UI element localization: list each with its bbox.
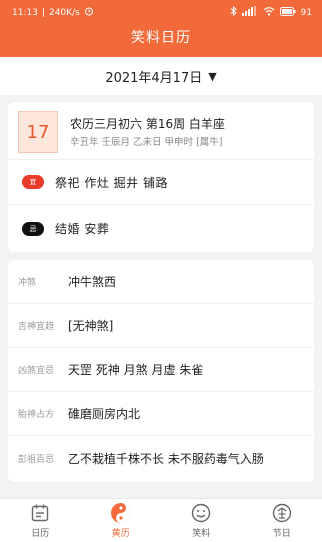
detail-row-xiongsha: 凶煞宜忌 天罡 死神 月煞 月虚 朱雀	[8, 348, 314, 392]
yi-text: 祭祀 作灶 掘井 铺路	[55, 175, 168, 190]
detail-value: [无神煞]	[68, 319, 114, 333]
app-header: 11:13 | 240K/s 91 笑料日历	[0, 0, 322, 57]
detail-row-jishen: 吉神宜趋 [无神煞]	[8, 304, 314, 348]
tab-label: 日历	[31, 529, 50, 539]
detail-value: 冲牛煞西	[68, 275, 117, 289]
calendar-icon	[29, 502, 51, 524]
detail-value: 乙不栽植千株不长 未不服药毒气入肠	[68, 451, 264, 466]
bluetooth-icon	[230, 5, 237, 19]
caret-down-icon: ▼	[208, 69, 217, 83]
date-selector[interactable]: 2021年4月17日 ▼	[0, 57, 322, 95]
ganzhi-info: 辛丑年 壬辰月 乙未日 甲申时 [属牛]	[70, 137, 223, 148]
bottom-tab-bar: 日历 黄历 笑料 节日	[0, 498, 322, 542]
detail-label: 吉神宜趋	[18, 322, 55, 332]
detail-value: 碓磨厕房内北	[68, 407, 141, 421]
signal-icon	[241, 6, 258, 19]
status-bar: 11:13 | 240K/s 91	[12, 5, 312, 19]
battery-icon	[279, 6, 296, 19]
ji-row: 忌 结婚 安葬	[8, 206, 314, 251]
yi-row: 宜 祭祀 作灶 掘井 铺路	[8, 160, 314, 205]
detail-row-pengzu: 彭祖百忌 乙不栽植千株不长 未不服药毒气入肠	[8, 436, 314, 480]
detail-row-taishen: 胎神占方 碓磨厕房内北	[8, 392, 314, 436]
yinyang-icon	[110, 502, 132, 524]
app-title: 笑料日历	[131, 30, 191, 46]
smile-icon	[190, 502, 212, 524]
tab-festivals[interactable]: 节日	[242, 499, 322, 542]
yi-badge: 宜	[22, 175, 44, 189]
lunar-date: 农历三月初六 第16周 白羊座	[70, 117, 225, 131]
wifi-icon	[263, 6, 275, 19]
status-time: 11:13	[12, 7, 38, 18]
detail-row-chongsha: 冲煞 冲牛煞西	[8, 260, 314, 304]
detail-label: 冲煞	[18, 278, 37, 288]
ji-badge: 忌	[22, 221, 44, 236]
tab-label: 笑料	[192, 529, 211, 539]
battery-level: 91	[300, 7, 312, 18]
ji-text: 结婚 安葬	[55, 222, 110, 236]
tab-label: 节日	[272, 529, 291, 539]
detail-label: 彭祖百忌	[18, 454, 55, 465]
details-card: 冲煞 冲牛煞西 吉神宜趋 [无神煞] 凶煞宜忌 天罡 死神 月煞 月虚 朱雀 胎…	[8, 260, 314, 482]
date-label: 2021年4月17日	[105, 70, 203, 86]
detail-label: 胎神占方	[18, 410, 55, 420]
detail-label: 凶煞宜忌	[18, 366, 55, 376]
alarm-icon	[84, 6, 94, 19]
tab-label: 黄历	[111, 529, 130, 539]
detail-value: 天罡 死神 月煞 月虚 朱雀	[68, 363, 204, 377]
festival-icon	[271, 502, 293, 524]
network-speed: 240K/s	[48, 7, 80, 18]
tab-calendar[interactable]: 日历	[0, 499, 81, 542]
day-number-badge: 17	[18, 111, 58, 153]
day-summary-card: 17 农历三月初六 第16周 白羊座 辛丑年 壬辰月 乙未日 甲申时 [属牛] …	[8, 102, 314, 252]
day-header: 17 农历三月初六 第16周 白羊座 辛丑年 壬辰月 乙未日 甲申时 [属牛]	[8, 102, 314, 160]
tab-almanac[interactable]: 黄历	[81, 499, 162, 542]
tab-jokes[interactable]: 笑料	[161, 499, 242, 542]
